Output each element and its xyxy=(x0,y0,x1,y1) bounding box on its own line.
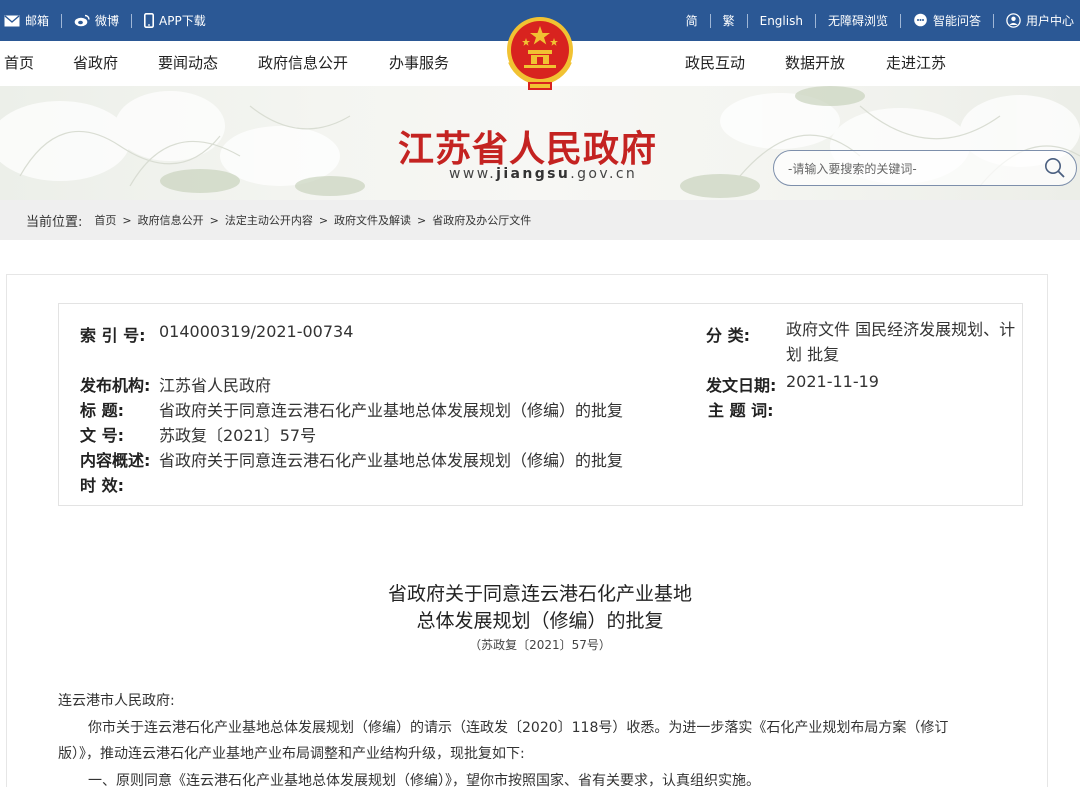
meta-docno-label: 文 号: xyxy=(80,426,124,445)
meta-index-label: 索 引 号: xyxy=(80,326,146,345)
meta-title-label: 标 题: xyxy=(80,401,124,420)
site-url-prefix: www. xyxy=(449,166,497,182)
national-emblem-icon xyxy=(507,17,573,90)
accessibility-label: 无障碍浏览 xyxy=(827,14,888,28)
english-label: English xyxy=(759,13,803,28)
breadcrumb-label: 当前位置: xyxy=(26,214,83,230)
site-url: www.jiangsu.gov.cn xyxy=(449,166,637,182)
user-icon xyxy=(1006,13,1021,28)
simplified-label: 简 xyxy=(685,14,698,28)
meta-date-value: 2021-11-19 xyxy=(786,372,879,391)
mail-label: 邮箱 xyxy=(25,14,50,28)
top-bar-left: 邮箱 微博 APP下载 xyxy=(4,0,206,41)
nav-info-disclosure[interactable]: 政府信息公开 xyxy=(258,41,348,86)
breadcrumb-statutory-content[interactable]: 法定主动公开内容 xyxy=(225,212,313,228)
page-root: 邮箱 微博 APP下载 简 繁 English 无障碍浏览 智能问答 用户中心 … xyxy=(0,0,1080,787)
article-para2: 一、原则同意《连云港石化产业基地总体发展规划（修编）》，望你市按照国家、省有关要… xyxy=(88,773,760,787)
meta-title-value: 省政府关于同意连云港石化产业基地总体发展规划（修编）的批复 xyxy=(159,401,624,420)
meta-category-value: 政府文件 国民经济发展规划、计划 批复 xyxy=(786,320,1016,364)
separator xyxy=(814,13,816,28)
article-salutation: 连云港市人民政府: xyxy=(58,693,175,709)
phone-icon xyxy=(144,13,155,28)
separator xyxy=(746,13,748,28)
separator xyxy=(992,13,994,28)
site-url-domain: jiangsu xyxy=(496,166,571,182)
meta-validity-label: 时 效: xyxy=(80,476,124,495)
breadcrumb-arrow-icon: > xyxy=(318,213,329,227)
search-input[interactable] xyxy=(788,159,1038,179)
separator xyxy=(131,13,133,28)
separator xyxy=(61,13,63,28)
article-title-line2: 总体发展规划（修编）的批复 xyxy=(416,610,664,632)
nav-home[interactable]: 首页 xyxy=(4,41,34,86)
nav-services[interactable]: 办事服务 xyxy=(389,41,449,86)
top-bar-right: 简 繁 English 无障碍浏览 智能问答 用户中心 xyxy=(686,0,1074,41)
nav-interaction[interactable]: 政民互动 xyxy=(685,41,745,86)
mail-link[interactable]: 邮箱 xyxy=(4,12,49,29)
meta-docno-value: 苏政复〔2021〕57号 xyxy=(159,426,317,445)
user-center-link[interactable]: 用户中心 xyxy=(1006,12,1074,29)
nav-about-jiangsu[interactable]: 走进江苏 xyxy=(886,41,946,86)
article-para1-line1: 你市关于连云港石化产业基地总体发展规划（修编）的请示（连政发〔2020〕118号… xyxy=(88,720,949,736)
user-center-label: 用户中心 xyxy=(1025,14,1074,28)
weibo-label: 微博 xyxy=(95,14,120,28)
search-icon[interactable] xyxy=(1044,157,1066,179)
meta-summary-value: 省政府关于同意连云港石化产业基地总体发展规划（修编）的批复 xyxy=(159,451,624,470)
meta-publisher-value: 江苏省人民政府 xyxy=(159,376,272,395)
weibo-link[interactable]: 微博 xyxy=(74,12,119,29)
meta-keywords-label: 主 题 词: xyxy=(708,401,774,420)
breadcrumb-inner: 当前位置: 首页 > 政府信息公开 > 法定主动公开内容 > 政府文件及解读 >… xyxy=(26,200,531,240)
breadcrumb-office-documents[interactable]: 省政府及办公厅文件 xyxy=(432,212,531,228)
meta-summary-label: 内容概述: xyxy=(80,451,151,470)
article-para1-line2: 版）》，推动连云港石化产业基地产业布局调整和产业结构升级，现批复如下: xyxy=(58,746,525,762)
breadcrumb: 当前位置: 首页 > 政府信息公开 > 法定主动公开内容 > 政府文件及解读 >… xyxy=(0,200,1080,240)
breadcrumb-info-disclosure[interactable]: 政府信息公开 xyxy=(138,212,204,228)
traditional-label: 繁 xyxy=(722,14,735,28)
mail-icon xyxy=(4,14,20,26)
search-box xyxy=(773,150,1077,186)
separator xyxy=(899,13,901,28)
simplified-chinese-link[interactable]: 简 xyxy=(686,12,698,29)
traditional-chinese-link[interactable]: 繁 xyxy=(723,12,735,29)
smart-qa-link[interactable]: 智能问答 xyxy=(913,12,981,29)
breadcrumb-home[interactable]: 首页 xyxy=(94,212,116,228)
weibo-icon xyxy=(74,14,90,27)
chat-icon xyxy=(914,13,927,27)
english-link[interactable]: English xyxy=(760,14,803,28)
breadcrumb-gov-documents[interactable]: 政府文件及解读 xyxy=(334,212,411,228)
accessibility-link[interactable]: 无障碍浏览 xyxy=(828,12,888,29)
site-url-suffix: .gov.cn xyxy=(570,166,638,182)
nav-open-data[interactable]: 数据开放 xyxy=(785,41,845,86)
site-title: 江苏省人民政府 xyxy=(398,128,658,170)
meta-publisher-label: 发布机构: xyxy=(80,376,151,395)
nav-news[interactable]: 要闻动态 xyxy=(158,41,218,86)
meta-category-label: 分 类: xyxy=(706,326,750,345)
smart-qa-label: 智能问答 xyxy=(932,14,981,28)
app-download-link[interactable]: APP下载 xyxy=(144,12,206,29)
meta-date-label: 发文日期: xyxy=(706,376,777,395)
app-download-label: APP下载 xyxy=(159,14,206,28)
article-doc-number: （苏政复〔2021〕57号） xyxy=(469,638,611,652)
breadcrumb-arrow-icon: > xyxy=(209,213,219,227)
breadcrumb-arrow-icon: > xyxy=(417,213,427,227)
separator xyxy=(709,13,711,28)
breadcrumb-arrow-icon: > xyxy=(122,213,132,227)
nav-provincial-government[interactable]: 省政府 xyxy=(73,41,118,86)
article-title-line1: 省政府关于同意连云港石化产业基地 xyxy=(387,583,692,605)
meta-index-value: 014000319/2021-00734 xyxy=(159,322,354,341)
